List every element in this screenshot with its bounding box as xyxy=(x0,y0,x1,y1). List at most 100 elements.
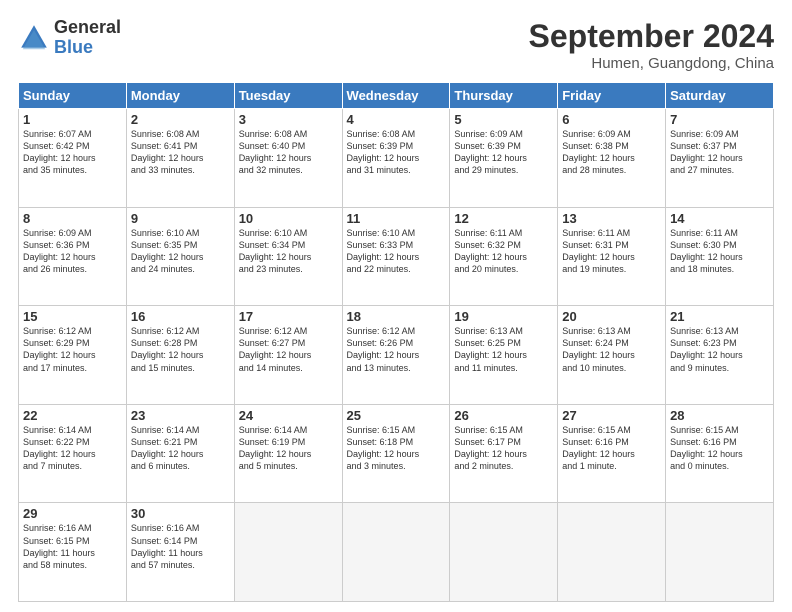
calendar-cell: 18Sunrise: 6:12 AM Sunset: 6:26 PM Dayli… xyxy=(342,306,450,405)
day-info: Sunrise: 6:14 AM Sunset: 6:19 PM Dayligh… xyxy=(239,424,338,473)
calendar-cell: 1Sunrise: 6:07 AM Sunset: 6:42 PM Daylig… xyxy=(19,109,127,208)
calendar-cell xyxy=(234,503,342,602)
col-saturday: Saturday xyxy=(666,83,774,109)
day-info: Sunrise: 6:09 AM Sunset: 6:39 PM Dayligh… xyxy=(454,128,553,177)
calendar-header-row: Sunday Monday Tuesday Wednesday Thursday… xyxy=(19,83,774,109)
logo-icon xyxy=(18,22,50,54)
day-info: Sunrise: 6:12 AM Sunset: 6:28 PM Dayligh… xyxy=(131,325,230,374)
day-info: Sunrise: 6:10 AM Sunset: 6:33 PM Dayligh… xyxy=(347,227,446,276)
page: General Blue September 2024 Humen, Guang… xyxy=(0,0,792,612)
calendar-cell: 27Sunrise: 6:15 AM Sunset: 6:16 PM Dayli… xyxy=(558,404,666,503)
col-thursday: Thursday xyxy=(450,83,558,109)
day-number: 17 xyxy=(239,309,338,324)
day-info: Sunrise: 6:16 AM Sunset: 6:15 PM Dayligh… xyxy=(23,522,122,571)
day-number: 25 xyxy=(347,408,446,423)
calendar-cell: 20Sunrise: 6:13 AM Sunset: 6:24 PM Dayli… xyxy=(558,306,666,405)
day-number: 15 xyxy=(23,309,122,324)
header: General Blue September 2024 Humen, Guang… xyxy=(18,18,774,72)
day-number: 29 xyxy=(23,506,122,521)
logo-blue: Blue xyxy=(54,38,121,58)
day-info: Sunrise: 6:11 AM Sunset: 6:32 PM Dayligh… xyxy=(454,227,553,276)
day-number: 9 xyxy=(131,211,230,226)
day-number: 24 xyxy=(239,408,338,423)
day-number: 1 xyxy=(23,112,122,127)
day-number: 18 xyxy=(347,309,446,324)
day-info: Sunrise: 6:10 AM Sunset: 6:34 PM Dayligh… xyxy=(239,227,338,276)
calendar-cell: 9Sunrise: 6:10 AM Sunset: 6:35 PM Daylig… xyxy=(126,207,234,306)
calendar-cell: 13Sunrise: 6:11 AM Sunset: 6:31 PM Dayli… xyxy=(558,207,666,306)
calendar-cell: 29Sunrise: 6:16 AM Sunset: 6:15 PM Dayli… xyxy=(19,503,127,602)
day-number: 22 xyxy=(23,408,122,423)
day-number: 19 xyxy=(454,309,553,324)
day-info: Sunrise: 6:13 AM Sunset: 6:24 PM Dayligh… xyxy=(562,325,661,374)
month-title: September 2024 xyxy=(529,18,774,55)
calendar-cell: 28Sunrise: 6:15 AM Sunset: 6:16 PM Dayli… xyxy=(666,404,774,503)
day-info: Sunrise: 6:10 AM Sunset: 6:35 PM Dayligh… xyxy=(131,227,230,276)
calendar-cell xyxy=(558,503,666,602)
day-info: Sunrise: 6:15 AM Sunset: 6:16 PM Dayligh… xyxy=(562,424,661,473)
day-info: Sunrise: 6:11 AM Sunset: 6:30 PM Dayligh… xyxy=(670,227,769,276)
logo-text: General Blue xyxy=(54,18,121,58)
day-info: Sunrise: 6:16 AM Sunset: 6:14 PM Dayligh… xyxy=(131,522,230,571)
day-number: 30 xyxy=(131,506,230,521)
calendar-cell: 26Sunrise: 6:15 AM Sunset: 6:17 PM Dayli… xyxy=(450,404,558,503)
calendar-cell: 17Sunrise: 6:12 AM Sunset: 6:27 PM Dayli… xyxy=(234,306,342,405)
day-info: Sunrise: 6:12 AM Sunset: 6:26 PM Dayligh… xyxy=(347,325,446,374)
calendar: Sunday Monday Tuesday Wednesday Thursday… xyxy=(18,82,774,602)
day-info: Sunrise: 6:11 AM Sunset: 6:31 PM Dayligh… xyxy=(562,227,661,276)
col-tuesday: Tuesday xyxy=(234,83,342,109)
calendar-cell: 22Sunrise: 6:14 AM Sunset: 6:22 PM Dayli… xyxy=(19,404,127,503)
day-number: 7 xyxy=(670,112,769,127)
day-number: 4 xyxy=(347,112,446,127)
calendar-cell: 6Sunrise: 6:09 AM Sunset: 6:38 PM Daylig… xyxy=(558,109,666,208)
day-info: Sunrise: 6:09 AM Sunset: 6:38 PM Dayligh… xyxy=(562,128,661,177)
calendar-cell: 14Sunrise: 6:11 AM Sunset: 6:30 PM Dayli… xyxy=(666,207,774,306)
day-info: Sunrise: 6:15 AM Sunset: 6:17 PM Dayligh… xyxy=(454,424,553,473)
day-info: Sunrise: 6:09 AM Sunset: 6:37 PM Dayligh… xyxy=(670,128,769,177)
day-number: 2 xyxy=(131,112,230,127)
calendar-cell: 24Sunrise: 6:14 AM Sunset: 6:19 PM Dayli… xyxy=(234,404,342,503)
calendar-cell: 2Sunrise: 6:08 AM Sunset: 6:41 PM Daylig… xyxy=(126,109,234,208)
day-info: Sunrise: 6:08 AM Sunset: 6:40 PM Dayligh… xyxy=(239,128,338,177)
day-info: Sunrise: 6:09 AM Sunset: 6:36 PM Dayligh… xyxy=(23,227,122,276)
calendar-cell: 5Sunrise: 6:09 AM Sunset: 6:39 PM Daylig… xyxy=(450,109,558,208)
calendar-cell: 21Sunrise: 6:13 AM Sunset: 6:23 PM Dayli… xyxy=(666,306,774,405)
day-number: 8 xyxy=(23,211,122,226)
calendar-cell: 30Sunrise: 6:16 AM Sunset: 6:14 PM Dayli… xyxy=(126,503,234,602)
day-number: 5 xyxy=(454,112,553,127)
day-info: Sunrise: 6:14 AM Sunset: 6:22 PM Dayligh… xyxy=(23,424,122,473)
day-info: Sunrise: 6:12 AM Sunset: 6:29 PM Dayligh… xyxy=(23,325,122,374)
calendar-cell: 19Sunrise: 6:13 AM Sunset: 6:25 PM Dayli… xyxy=(450,306,558,405)
day-info: Sunrise: 6:12 AM Sunset: 6:27 PM Dayligh… xyxy=(239,325,338,374)
calendar-cell: 16Sunrise: 6:12 AM Sunset: 6:28 PM Dayli… xyxy=(126,306,234,405)
col-sunday: Sunday xyxy=(19,83,127,109)
day-info: Sunrise: 6:08 AM Sunset: 6:41 PM Dayligh… xyxy=(131,128,230,177)
day-number: 20 xyxy=(562,309,661,324)
day-number: 23 xyxy=(131,408,230,423)
col-monday: Monday xyxy=(126,83,234,109)
calendar-cell xyxy=(666,503,774,602)
day-number: 26 xyxy=(454,408,553,423)
day-number: 12 xyxy=(454,211,553,226)
calendar-cell: 12Sunrise: 6:11 AM Sunset: 6:32 PM Dayli… xyxy=(450,207,558,306)
day-info: Sunrise: 6:13 AM Sunset: 6:23 PM Dayligh… xyxy=(670,325,769,374)
title-block: September 2024 Humen, Guangdong, China xyxy=(529,18,774,72)
calendar-cell xyxy=(342,503,450,602)
day-info: Sunrise: 6:08 AM Sunset: 6:39 PM Dayligh… xyxy=(347,128,446,177)
day-number: 27 xyxy=(562,408,661,423)
calendar-cell: 15Sunrise: 6:12 AM Sunset: 6:29 PM Dayli… xyxy=(19,306,127,405)
day-info: Sunrise: 6:15 AM Sunset: 6:16 PM Dayligh… xyxy=(670,424,769,473)
col-wednesday: Wednesday xyxy=(342,83,450,109)
calendar-cell: 10Sunrise: 6:10 AM Sunset: 6:34 PM Dayli… xyxy=(234,207,342,306)
calendar-cell: 23Sunrise: 6:14 AM Sunset: 6:21 PM Dayli… xyxy=(126,404,234,503)
calendar-cell: 25Sunrise: 6:15 AM Sunset: 6:18 PM Dayli… xyxy=(342,404,450,503)
day-number: 10 xyxy=(239,211,338,226)
calendar-cell: 7Sunrise: 6:09 AM Sunset: 6:37 PM Daylig… xyxy=(666,109,774,208)
location: Humen, Guangdong, China xyxy=(529,55,774,72)
day-info: Sunrise: 6:15 AM Sunset: 6:18 PM Dayligh… xyxy=(347,424,446,473)
col-friday: Friday xyxy=(558,83,666,109)
day-number: 16 xyxy=(131,309,230,324)
calendar-cell: 4Sunrise: 6:08 AM Sunset: 6:39 PM Daylig… xyxy=(342,109,450,208)
day-info: Sunrise: 6:07 AM Sunset: 6:42 PM Dayligh… xyxy=(23,128,122,177)
day-number: 13 xyxy=(562,211,661,226)
